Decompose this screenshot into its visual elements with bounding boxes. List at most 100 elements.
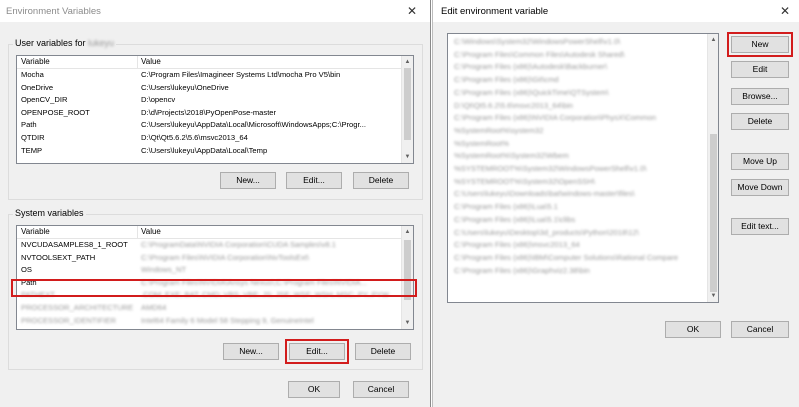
user-variables-label-text: User variables for [15,38,86,48]
user-variables-label: User variables for lukeyu [13,38,117,48]
system-list-header: Variable Value [17,226,401,239]
scroll-thumb[interactable] [710,134,717,292]
user-new-button[interactable]: New... [220,172,276,189]
variable-value: Windows_NT [141,265,187,275]
environment-variables-dialog: Environment Variables ✕ User variables f… [0,0,431,407]
column-value[interactable]: Value [141,57,161,66]
table-row[interactable]: NVTOOLSEXT_PATH C:\Program Files\NVIDIA C… [17,253,401,263]
ok-button[interactable]: OK [665,321,721,338]
variable-name: OS [21,265,32,275]
cancel-button[interactable]: Cancel [731,321,789,338]
table-row[interactable]: OpenCV_DIR D:\opencv [17,95,401,105]
scroll-thumb[interactable] [404,68,411,140]
list-item[interactable]: %SystemRoot%\System32\Wbem [454,151,569,162]
system-list-scrollbar[interactable]: ▲ ▼ [401,226,413,329]
column-variable[interactable]: Variable [21,227,50,236]
user-list-scrollbar[interactable]: ▲ ▼ [401,56,413,163]
user-variables-list[interactable]: Variable Value Mocha C:\Program Files\Ima… [16,55,414,164]
list-item[interactable]: C:\Program Files (x86)\IBM\Computer Solu… [454,253,678,264]
variable-name: QTDIR [21,133,45,142]
variable-value: Intel64 Family 6 Model 58 Stepping 9, Ge… [141,315,314,325]
variable-value: D:\d\Projects\2018\PyOpenPose-master [141,107,277,117]
list-item[interactable]: C:\Program Files (x86)\Git\cmd [454,75,559,86]
system-new-button[interactable]: New... [223,343,279,360]
close-icon[interactable]: ✕ [777,3,793,19]
table-row[interactable]: Mocha C:\Program Files\Imagineer Systems … [17,70,401,80]
close-icon[interactable]: ✕ [404,3,420,19]
list-item[interactable]: C:\Program Files\Common Files\Autodesk S… [454,50,625,61]
user-delete-button[interactable]: Delete [353,172,409,189]
delete-entry-button[interactable]: Delete [731,113,789,130]
table-row[interactable]: OPENPOSE_ROOT D:\d\Projects\2018\PyOpenPo… [17,108,401,118]
system-variables-list[interactable]: Variable Value NVCUDASAMPLES8_1_ROOT C:\P… [16,225,414,330]
variable-value: D:\opencv [141,95,176,105]
variable-value: C:\Program Files\NVIDIA Corporation\NvTo… [141,252,309,262]
table-row[interactable]: PROCESSOR_ARCHITECTURE AMD64 [17,303,401,313]
variable-value: C:\Users\lukeyu\OneDrive [141,82,229,92]
edit-entry-button[interactable]: Edit [731,61,789,78]
scroll-up-icon[interactable]: ▲ [402,57,413,67]
table-row[interactable]: OS Windows_NT [17,265,401,275]
edit-titlebar: Edit environment variable ✕ [433,0,799,22]
table-row[interactable]: QTDIR D:\Qt\Qt5.6.2\5.6\msvc2013_64 [17,133,401,143]
variable-value: C:\Program Files\Imagineer Systems Ltd\m… [141,70,341,79]
edit-text-button[interactable]: Edit text... [731,218,789,235]
list-item[interactable]: %SystemRoot%\system32 [454,126,543,137]
variable-name: OpenCV_DIR [21,95,68,105]
system-edit-button[interactable]: Edit... [285,339,349,364]
list-item[interactable]: C:\Program Files (x86)\Lua\5.1 [454,202,558,213]
list-item[interactable]: C:\Program Files (x86)\Autodesk\Backburn… [454,62,607,73]
table-row[interactable]: NVCUDASAMPLES8_1_ROOT C:\ProgramData\NVID… [17,240,401,250]
cancel-button[interactable]: Cancel [353,381,409,398]
column-value[interactable]: Value [141,227,161,236]
list-item[interactable]: D:\Qt\Qt5.6.2\5.6\msvc2013_64\bin [454,101,573,112]
table-row[interactable]: Path C:\Users\lukeyu\AppData\Local\Micros… [17,120,401,130]
env-dialog-title: Environment Variables [6,6,101,17]
move-up-button[interactable]: Move Up [731,153,789,170]
edit-environment-variable-dialog: Edit environment variable ✕ C:\Windows\S… [432,0,799,407]
ok-button[interactable]: OK [288,381,340,398]
system-variables-label: System variables [13,208,86,218]
user-edit-button[interactable]: Edit... [286,172,342,189]
system-delete-button[interactable]: Delete [355,343,411,360]
variable-value: AMD64 [141,303,167,312]
list-item[interactable]: C:\Program Files (x86)\Graphviz2.38\bin [454,266,590,277]
list-item[interactable]: %SystemRoot% [454,139,509,150]
list-item[interactable]: C:\Program Files (x86)\Lua\5.1\clibs [454,215,575,226]
variable-name: PROCESSOR_IDENTIFIER [21,315,116,325]
variable-value: C:\Users\lukeyu\AppData\Local\Microsoft\… [141,120,366,130]
variable-value: C:\Users\lukeyu\AppData\Local\Temp [141,145,268,155]
variable-name: TEMP [21,145,43,155]
list-item[interactable]: C:\Users\lukeyu\Desktop\3d_products\Pyth… [454,228,639,239]
variable-name: PROCESSOR_ARCHITECTURE [21,303,134,312]
scroll-down-icon[interactable]: ▼ [402,152,413,162]
browse-button[interactable]: Browse... [731,88,789,105]
variable-name: NVCUDASAMPLES8_1_ROOT [21,240,128,249]
new-entry-button[interactable]: New [727,32,793,57]
path-list-scrollbar[interactable]: ▲ ▼ [707,34,718,302]
path-row-highlight [11,279,417,297]
scroll-up-icon[interactable]: ▲ [708,35,718,45]
variable-name: Mocha [21,70,44,79]
list-item[interactable]: C:\Program Files (x86)\msvc2013_64 [454,240,580,251]
path-entries-list[interactable]: C:\Windows\System32\WindowsPowerShell\v1… [447,33,719,303]
column-variable[interactable]: Variable [21,57,50,66]
scroll-down-icon[interactable]: ▼ [402,318,413,328]
variable-name: Path [21,120,37,130]
list-item[interactable]: %SYSTEMROOT%\System32\WindowsPowerShell\… [454,164,646,175]
list-item[interactable]: C:\Windows\System32\WindowsPowerShell\v1… [454,37,620,48]
user-list-header: Variable Value [17,56,401,69]
table-row[interactable]: PROCESSOR_IDENTIFIER Intel64 Family 6 Mod… [17,316,401,326]
table-row[interactable]: OneDrive C:\Users\lukeyu\OneDrive [17,83,401,93]
variable-value: D:\Qt\Qt5.6.2\5.6\msvc2013_64 [141,133,248,142]
list-item[interactable]: C:\Users\lukeyu\Downloads\bat\windows-ma… [454,189,635,200]
list-item[interactable]: %SYSTEMROOT%\System32\OpenSSH\ [454,177,595,188]
list-item[interactable]: C:\Program Files (x86)\QuickTime\QTSyste… [454,88,609,99]
move-down-button[interactable]: Move Down [731,179,789,196]
list-item[interactable]: C:\Program Files (x86)\NVIDIA Corporatio… [454,113,656,124]
scroll-down-icon[interactable]: ▼ [708,291,718,301]
edit-dialog-title: Edit environment variable [441,6,549,17]
scroll-up-icon[interactable]: ▲ [402,227,413,237]
table-row[interactable]: TEMP C:\Users\lukeyu\AppData\Local\Temp [17,146,401,156]
variable-name: OneDrive [21,82,54,92]
